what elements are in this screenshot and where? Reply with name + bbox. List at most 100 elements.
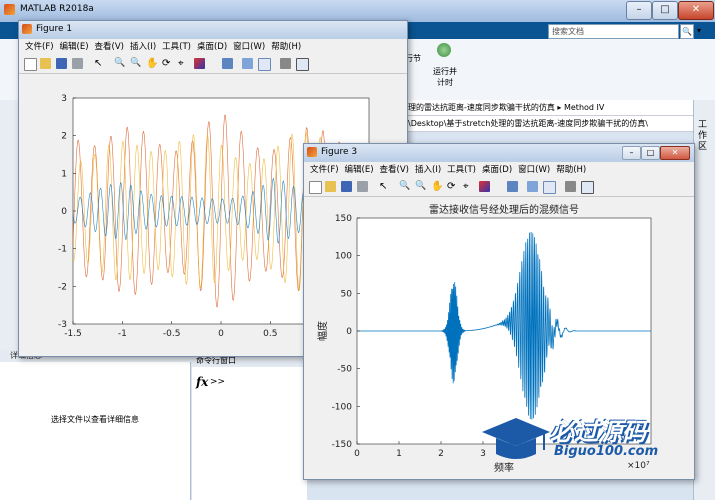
show-plot-tools-icon[interactable]	[581, 181, 594, 194]
y-tick-label: -100	[332, 402, 353, 412]
print-icon[interactable]	[72, 58, 83, 69]
graduation-cap-icon	[482, 418, 550, 459]
figure3-toolbar: ↖ 🔍 🔍 ✋ ⟳ ⌖	[304, 178, 694, 197]
ribbon-item-run[interactable]: 运行并	[433, 66, 457, 77]
matlab-logo-icon	[4, 4, 15, 15]
hide-plot-tools-icon[interactable]	[565, 181, 576, 192]
chevron-down-icon[interactable]: ▾	[697, 26, 701, 35]
figure3-minimize-button[interactable]: –	[622, 146, 641, 160]
x-tick-label: 0	[218, 329, 224, 339]
pointer-icon[interactable]: ↖	[379, 181, 390, 192]
zoom-out-icon[interactable]: 🔍	[415, 181, 426, 192]
left-panel-edge	[0, 100, 18, 350]
show-plot-tools-icon[interactable]	[296, 58, 309, 71]
ribbon-item-time[interactable]: 计时	[437, 77, 453, 88]
data-cursor-icon[interactable]: ⌖	[463, 181, 474, 192]
figure3-close-button[interactable]: ✕	[660, 146, 690, 160]
menu-insert[interactable]: 插入(I)	[130, 42, 156, 52]
command-window[interactable]: 命令行窗口 fx >>	[192, 355, 311, 500]
menu-view[interactable]: 查看(V)	[95, 42, 124, 52]
x-tick-label: -1	[118, 329, 127, 339]
run-timer-icon[interactable]	[437, 43, 451, 57]
figure1-title: Figure 1	[36, 24, 73, 34]
figure3-maximize-button[interactable]: □	[641, 146, 660, 160]
address-bar: 理的雷达抗距离-速度同步欺骗干扰的仿真 ▸ Method IV \Desktop…	[405, 100, 715, 132]
menu-tools[interactable]: 工具(T)	[162, 42, 191, 52]
maximize-button[interactable]: □	[652, 1, 678, 20]
link-plot-icon[interactable]	[222, 58, 233, 69]
open-folder-icon[interactable]	[40, 58, 51, 69]
figure3-titlebar: Figure 3 – □ ✕	[304, 144, 694, 162]
current-folder-path[interactable]: 理的雷达抗距离-速度同步欺骗干扰的仿真 ▸ Method IV	[405, 100, 698, 116]
fx-icon[interactable]: fx	[196, 375, 208, 389]
command-prompt[interactable]: >>	[210, 377, 225, 387]
workspace-panel: 工作区	[693, 100, 715, 500]
zoom-in-icon[interactable]: 🔍	[114, 58, 125, 69]
menu-window[interactable]: 窗口(W)	[518, 165, 550, 175]
search-input[interactable]: 搜索文档	[548, 24, 679, 39]
brush-icon[interactable]	[479, 181, 490, 192]
hide-plot-tools-icon[interactable]	[280, 58, 291, 69]
menu-help[interactable]: 帮助(H)	[556, 165, 586, 175]
y-tick-label: -50	[337, 365, 352, 375]
details-message: 选择文件以查看详细信息	[51, 415, 139, 424]
y-tick-label: 0	[346, 327, 352, 337]
minimize-button[interactable]: –	[626, 1, 652, 20]
menu-desktop[interactable]: 桌面(D)	[482, 165, 512, 175]
colorbar-icon[interactable]	[242, 58, 253, 69]
figure-icon	[22, 24, 32, 34]
pan-icon[interactable]: ✋	[146, 58, 158, 69]
menu-help[interactable]: 帮助(H)	[271, 42, 301, 52]
close-button[interactable]: ✕	[678, 1, 714, 20]
figure-icon	[307, 147, 317, 157]
brush-icon[interactable]	[194, 58, 205, 69]
pan-icon[interactable]: ✋	[431, 181, 443, 192]
x-tick-label: 1	[396, 449, 402, 459]
y-tick-label: 50	[341, 289, 353, 299]
print-icon[interactable]	[357, 181, 368, 192]
pointer-icon[interactable]: ↖	[94, 58, 105, 69]
figure3-ylabel: 幅度	[316, 321, 329, 341]
x-tick-label: 0.5	[263, 329, 277, 339]
menu-edit[interactable]: 编辑(E)	[60, 42, 89, 52]
y-tick-label: 150	[335, 214, 352, 224]
x-tick-label: -0.5	[163, 329, 181, 339]
matlab-titlebar: MATLAB R2018a – □ ✕	[0, 0, 715, 22]
menu-tools[interactable]: 工具(T)	[447, 165, 476, 175]
new-file-icon[interactable]	[309, 181, 322, 194]
watermark: 必过源码 Biguo100.com	[478, 410, 688, 470]
x-tick-label: 0	[354, 449, 360, 459]
save-icon[interactable]	[56, 58, 67, 69]
folder-full-path[interactable]: \Desktop\基于stretch处理的雷达抗距离-速度同步欺骗干扰的仿真\	[405, 116, 698, 132]
figure3-menubar: 文件(F) 编辑(E) 查看(V) 插入(I) 工具(T) 桌面(D) 窗口(W) 帮助(H)	[304, 162, 694, 178]
zoom-out-icon[interactable]: 🔍	[130, 58, 141, 69]
link-plot-icon[interactable]	[507, 181, 518, 192]
figure1-menubar: 文件(F) 编辑(E) 查看(V) 插入(I) 工具(T) 桌面(D) 窗口(W) 帮助(H)	[19, 39, 407, 55]
menu-insert[interactable]: 插入(I)	[415, 165, 441, 175]
figure3-title: Figure 3	[321, 147, 358, 157]
open-folder-icon[interactable]	[325, 181, 336, 192]
save-icon[interactable]	[341, 181, 352, 192]
y-tick-label: 1	[61, 169, 67, 179]
legend-icon[interactable]	[258, 58, 271, 71]
menu-window[interactable]: 窗口(W)	[233, 42, 265, 52]
menu-edit[interactable]: 编辑(E)	[345, 165, 374, 175]
figure3-chart-title: 雷达接收信号经处理后的混频信号	[429, 203, 579, 216]
y-tick-label: -3	[58, 320, 67, 330]
zoom-in-icon[interactable]: 🔍	[399, 181, 410, 192]
colorbar-icon[interactable]	[527, 181, 538, 192]
figure1-titlebar: Figure 1	[19, 21, 407, 39]
y-tick-label: 3	[61, 94, 67, 104]
rotate-icon[interactable]: ⟳	[162, 58, 173, 69]
y-tick-label: -150	[332, 440, 353, 450]
legend-icon[interactable]	[543, 181, 556, 194]
menu-file[interactable]: 文件(F)	[25, 42, 54, 52]
menu-file[interactable]: 文件(F)	[310, 165, 339, 175]
menu-desktop[interactable]: 桌面(D)	[197, 42, 227, 52]
workspace-label[interactable]: 工作区	[698, 120, 710, 153]
rotate-icon[interactable]: ⟳	[447, 181, 458, 192]
new-file-icon[interactable]	[24, 58, 37, 71]
data-cursor-icon[interactable]: ⌖	[178, 58, 189, 69]
menu-view[interactable]: 查看(V)	[380, 165, 409, 175]
search-icon[interactable]: 🔍	[680, 24, 694, 39]
